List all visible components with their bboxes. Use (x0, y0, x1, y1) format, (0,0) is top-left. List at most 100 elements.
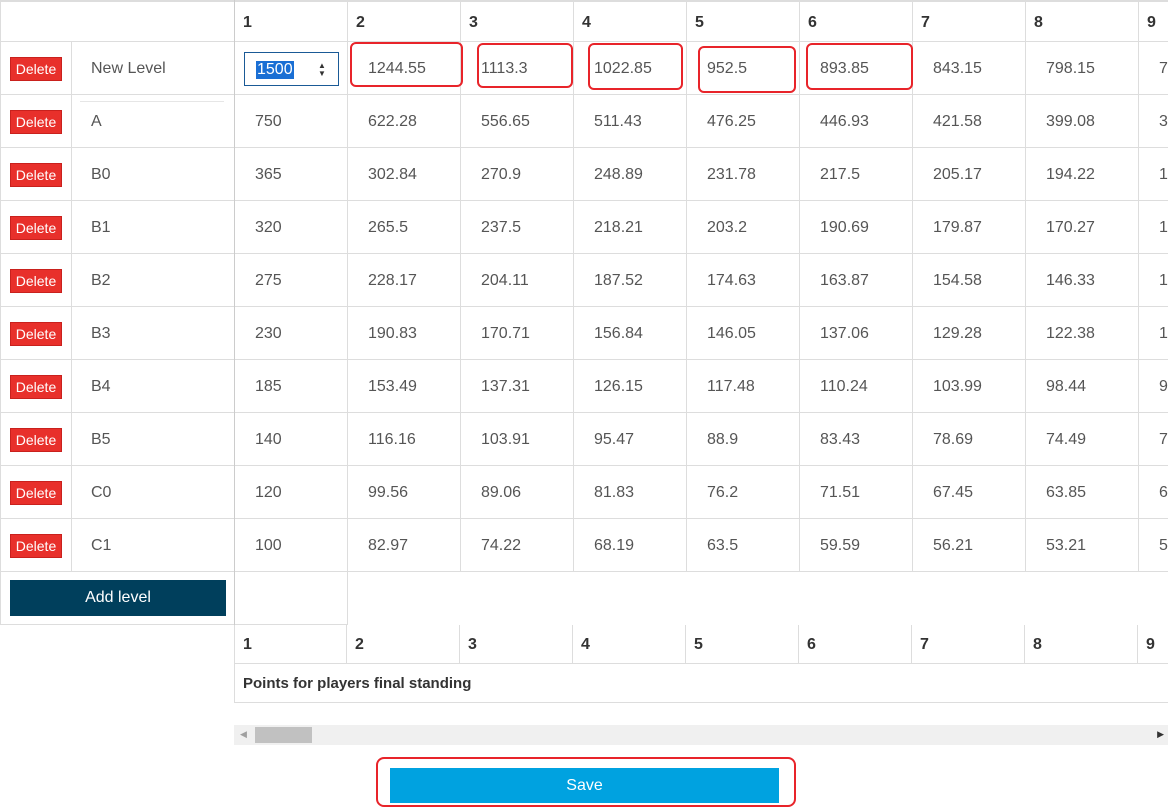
level-row: Delete B2 (0, 254, 234, 307)
table-cell: 5 (1139, 519, 1168, 572)
table-cell: 98.44 (1026, 360, 1139, 413)
table-cell: 63.85 (1026, 466, 1139, 519)
table-cell: 170.27 (1026, 201, 1139, 254)
table-cell: 137.06 (800, 307, 913, 360)
delete-button[interactable]: Delete (10, 269, 62, 293)
level-row: Delete A (0, 95, 234, 148)
delete-button[interactable]: Delete (10, 110, 62, 134)
table-cell: 365 (235, 148, 348, 201)
table-cell: 1113.3 (461, 42, 574, 95)
scroll-left-icon[interactable]: ◀ (240, 729, 247, 740)
table-cell: 170.71 (461, 307, 574, 360)
footer-column-header: 5 (686, 625, 799, 664)
footer-column-header: 7 (912, 625, 1025, 664)
new-level-points-input[interactable]: 1500 ▲ ▼ (235, 42, 348, 95)
table-cell: 99.56 (348, 466, 461, 519)
table-cell: 110.24 (800, 360, 913, 413)
table-cell: 302.84 (348, 148, 461, 201)
table-cell: 248.89 (574, 148, 687, 201)
table-cell: 187.52 (574, 254, 687, 307)
column-header: 5 (687, 0, 800, 42)
row-divider (71, 413, 72, 465)
level-row: Delete B3 (0, 307, 234, 360)
spinner-icon[interactable]: ▲ ▼ (318, 62, 326, 78)
row-divider (71, 148, 72, 200)
table-cell: 9 (1139, 360, 1168, 413)
level-row: Delete B0 (0, 148, 234, 201)
row-divider (71, 201, 72, 253)
table-cell: 140 (235, 413, 348, 466)
row-divider (71, 307, 72, 359)
table-cell: 1244.55 (348, 42, 461, 95)
table-cell: 103.91 (461, 413, 574, 466)
table-cell: 68.19 (574, 519, 687, 572)
footer-column-header: 6 (799, 625, 912, 664)
level-name: B4 (91, 378, 111, 395)
table-cell: 190.69 (800, 201, 913, 254)
table-cell: 7 (1139, 42, 1168, 95)
delete-button[interactable]: Delete (10, 534, 62, 558)
level-name: A (91, 113, 102, 130)
table-cell: 53.21 (1026, 519, 1139, 572)
delete-button[interactable]: Delete (10, 216, 62, 240)
selected-value: 1500 (256, 61, 294, 79)
table-cell: 556.65 (461, 95, 574, 148)
table-cell: 120 (235, 466, 348, 519)
row-divider (71, 254, 72, 306)
table-cell: 750 (235, 95, 348, 148)
footer-column-header: 9 (1138, 625, 1168, 664)
delete-button[interactable]: Delete (10, 428, 62, 452)
number-input[interactable]: 1500 ▲ ▼ (244, 52, 339, 86)
level-header-blank (0, 0, 234, 42)
table-cell: 103.99 (913, 360, 1026, 413)
table-cell: 205.17 (913, 148, 1026, 201)
table-cell: 83.43 (800, 413, 913, 466)
table-cell: 95.47 (574, 413, 687, 466)
column-header: 2 (348, 0, 461, 42)
row-divider (71, 42, 72, 94)
delete-button[interactable]: Delete (10, 481, 62, 505)
table-cell: 174.63 (687, 254, 800, 307)
table-cell: 78.69 (913, 413, 1026, 466)
footer-column-header: 4 (573, 625, 686, 664)
row-divider (71, 360, 72, 412)
table-cell: 74.49 (1026, 413, 1139, 466)
table-cell: 156.84 (574, 307, 687, 360)
scrollbar-thumb[interactable] (255, 727, 312, 743)
table-cell: 129.28 (913, 307, 1026, 360)
level-names-panel: Delete New Level Delete A Delete B0 Delete B1 De… (0, 0, 234, 625)
delete-button[interactable]: Delete (10, 163, 62, 187)
column-header: 9 (1139, 0, 1168, 42)
table-cell: 122.38 (1026, 307, 1139, 360)
level-name: B3 (91, 325, 111, 342)
table-cell: 137.31 (461, 360, 574, 413)
grid-footer: Points for players final standing 123456… (234, 625, 1168, 703)
table-cell: 89.06 (461, 466, 574, 519)
table-cell: 622.28 (348, 95, 461, 148)
table-cell: 88.9 (687, 413, 800, 466)
horizontal-scrollbar[interactable]: ◀ ▶ (234, 725, 1168, 745)
column-header: 7 (913, 0, 1026, 42)
table-cell: 7 (1139, 413, 1168, 466)
table-cell: 153.49 (348, 360, 461, 413)
add-level-button[interactable]: Add level (10, 580, 226, 616)
column-header: 6 (800, 0, 913, 42)
table-cell: 185 (235, 360, 348, 413)
table-cell: 81.83 (574, 466, 687, 519)
row-divider (71, 519, 72, 571)
level-name: B0 (91, 166, 111, 183)
delete-button[interactable]: Delete (10, 375, 62, 399)
scroll-right-icon[interactable]: ▶ (1157, 729, 1164, 740)
delete-button[interactable]: Delete (10, 57, 62, 81)
table-cell: 952.5 (687, 42, 800, 95)
row-divider (71, 95, 72, 147)
table-cell: 270.9 (461, 148, 574, 201)
table-cell: 320 (235, 201, 348, 254)
delete-button[interactable]: Delete (10, 322, 62, 346)
table-cell: 190.83 (348, 307, 461, 360)
table-cell: 446.93 (800, 95, 913, 148)
table-cell: 82.97 (348, 519, 461, 572)
save-button[interactable]: Save (390, 768, 779, 803)
table-cell: 511.43 (574, 95, 687, 148)
table-cell: 218.21 (574, 201, 687, 254)
